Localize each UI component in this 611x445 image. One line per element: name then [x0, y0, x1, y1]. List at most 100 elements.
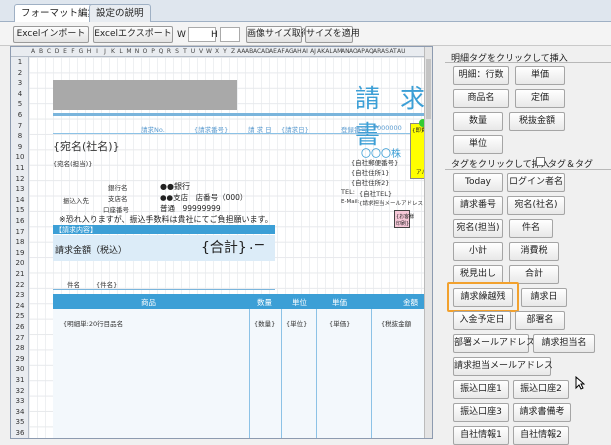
get-image-size-button[interactable]: 画像サイズ取得: [246, 26, 310, 43]
tag-department[interactable]: 部署名: [515, 311, 565, 330]
tag-product-name[interactable]: 商品名: [453, 89, 509, 108]
column-header-cell[interactable]: N: [133, 47, 141, 56]
excel-import-button[interactable]: Excelインポート: [13, 26, 89, 43]
row-header-cell[interactable]: 33: [11, 397, 29, 405]
tag-list-price[interactable]: 定価: [515, 89, 565, 108]
row-header-cell[interactable]: 16: [11, 217, 29, 225]
row-header-cell[interactable]: 10: [11, 153, 29, 161]
column-header-cell[interactable]: P: [149, 47, 157, 56]
column-header-cell[interactable]: Z: [229, 47, 237, 56]
column-header-cell[interactable]: AA: [237, 47, 245, 56]
tag-consumption-tax[interactable]: 消費税: [509, 242, 559, 261]
tag-invoice-staff-email[interactable]: 請求担当メールアドレス: [453, 357, 553, 376]
column-header-cell[interactable]: F: [69, 47, 77, 56]
column-header-cell[interactable]: M: [125, 47, 133, 56]
row-header-cell[interactable]: 26: [11, 323, 29, 331]
tag-invoice-number[interactable]: 請求番号: [453, 196, 503, 215]
tag-addressee-company[interactable]: 宛名(社名): [507, 196, 565, 215]
column-header-cell[interactable]: AC: [253, 47, 261, 56]
tag-unit[interactable]: 単位: [453, 135, 503, 154]
column-header-cell[interactable]: G: [77, 47, 85, 56]
tag-subtotal[interactable]: 小計: [453, 242, 503, 261]
column-header-cell[interactable]: Q: [157, 47, 165, 56]
tag-pretax-amount[interactable]: 税抜金額: [509, 112, 565, 131]
column-header-cell[interactable]: A: [29, 47, 37, 56]
column-header-cell[interactable]: AT: [389, 47, 397, 56]
column-header-cell[interactable]: AP: [357, 47, 365, 56]
row-header-cell[interactable]: 28: [11, 344, 29, 352]
row-header-cell[interactable]: 23: [11, 291, 29, 299]
tag-department-email[interactable]: 部署メールアドレス: [453, 334, 535, 353]
tag-company-info-2[interactable]: 自社情報2: [513, 426, 569, 445]
column-header-cell[interactable]: X: [213, 47, 221, 56]
column-header-cell[interactable]: AL: [325, 47, 333, 56]
tag-payment-due[interactable]: 入金予定日: [453, 311, 511, 330]
column-header-cell[interactable]: AM: [333, 47, 342, 56]
row-header-cell[interactable]: 25: [11, 312, 29, 320]
row-header-cell[interactable]: 21: [11, 270, 29, 278]
column-header-cell[interactable]: I: [93, 47, 101, 56]
tag-bank-account-1[interactable]: 振込口座1: [453, 380, 509, 399]
row-header-cell[interactable]: 18: [11, 238, 29, 246]
column-header-cell[interactable]: J: [101, 47, 109, 56]
row-header-cell[interactable]: 15: [11, 206, 29, 214]
row-header-cell[interactable]: 19: [11, 249, 29, 257]
column-header-cell[interactable]: V: [197, 47, 205, 56]
column-header-cell[interactable]: U: [189, 47, 197, 56]
tag-bank-account-2[interactable]: 振込口座2: [513, 380, 569, 399]
tag-and-tag-checkbox[interactable]: [536, 157, 545, 166]
column-header-cell[interactable]: E: [61, 47, 69, 56]
column-header-cell[interactable]: H: [85, 47, 93, 56]
tag-quantity[interactable]: 数量: [453, 112, 503, 131]
excel-export-button[interactable]: Excelエクスポート: [93, 26, 173, 43]
column-header-cell[interactable]: C: [45, 47, 53, 56]
row-header-cell[interactable]: 20: [11, 259, 29, 267]
column-header-cell[interactable]: B: [37, 47, 45, 56]
column-header-cell[interactable]: O: [141, 47, 149, 56]
column-header-cell[interactable]: AO: [349, 47, 358, 56]
column-header-cell[interactable]: T: [181, 47, 189, 56]
column-header-cell[interactable]: AU: [397, 47, 406, 56]
column-header-cell[interactable]: AE: [269, 47, 277, 56]
row-header-cell[interactable]: 3: [11, 79, 29, 87]
row-header-cell[interactable]: 13: [11, 185, 29, 193]
row-header-cell[interactable]: 5: [11, 100, 29, 108]
row-header-cell[interactable]: 14: [11, 196, 29, 204]
row-header-cell[interactable]: 4: [11, 90, 29, 98]
sheet-vertical-scrollbar[interactable]: [424, 47, 432, 438]
row-header-cell[interactable]: 31: [11, 376, 29, 384]
column-header-cell[interactable]: S: [173, 47, 181, 56]
column-header-cell[interactable]: AI: [301, 47, 309, 56]
column-header-cell[interactable]: D: [53, 47, 61, 56]
row-header-cell[interactable]: 6: [11, 111, 29, 119]
column-header-cell[interactable]: Y: [221, 47, 229, 56]
row-header-cell[interactable]: 2: [11, 69, 29, 77]
column-header-cell[interactable]: AB: [245, 47, 253, 56]
row-header-cell[interactable]: 30: [11, 365, 29, 373]
row-header-cell[interactable]: 24: [11, 302, 29, 310]
row-header-cell[interactable]: 7: [11, 122, 29, 130]
column-header-cell[interactable]: AK: [317, 47, 325, 56]
height-input[interactable]: [220, 27, 240, 42]
row-header-cell[interactable]: 17: [11, 228, 29, 236]
column-header-cell[interactable]: AJ: [309, 47, 317, 56]
tab-settings-help[interactable]: 設定の説明: [89, 4, 151, 22]
column-header-cell[interactable]: AS: [381, 47, 389, 56]
column-header-cell[interactable]: AN: [341, 47, 350, 56]
row-header-cell[interactable]: 1: [11, 58, 29, 66]
column-header-cell[interactable]: K: [109, 47, 117, 56]
tag-addressee-person[interactable]: 宛名(担当): [453, 219, 503, 238]
row-header-cell[interactable]: 22: [11, 281, 29, 289]
column-header-cell[interactable]: AQ: [365, 47, 374, 56]
tag-subject[interactable]: 件名: [509, 219, 553, 238]
tag-detail-rows[interactable]: 明細：行数: [453, 66, 509, 85]
tag-login-user[interactable]: ログイン者名: [507, 173, 565, 192]
column-header-cell[interactable]: AD: [261, 47, 270, 56]
column-header-cell[interactable]: W: [205, 47, 213, 56]
column-header-cell[interactable]: AG: [285, 47, 294, 56]
row-header-cell[interactable]: 34: [11, 408, 29, 416]
column-header-cell[interactable]: L: [117, 47, 125, 56]
row-header-cell[interactable]: 9: [11, 143, 29, 151]
stamp-box[interactable]: {お客様 印刷}: [394, 210, 414, 228]
apply-size-button[interactable]: サイズを適用: [305, 26, 360, 43]
